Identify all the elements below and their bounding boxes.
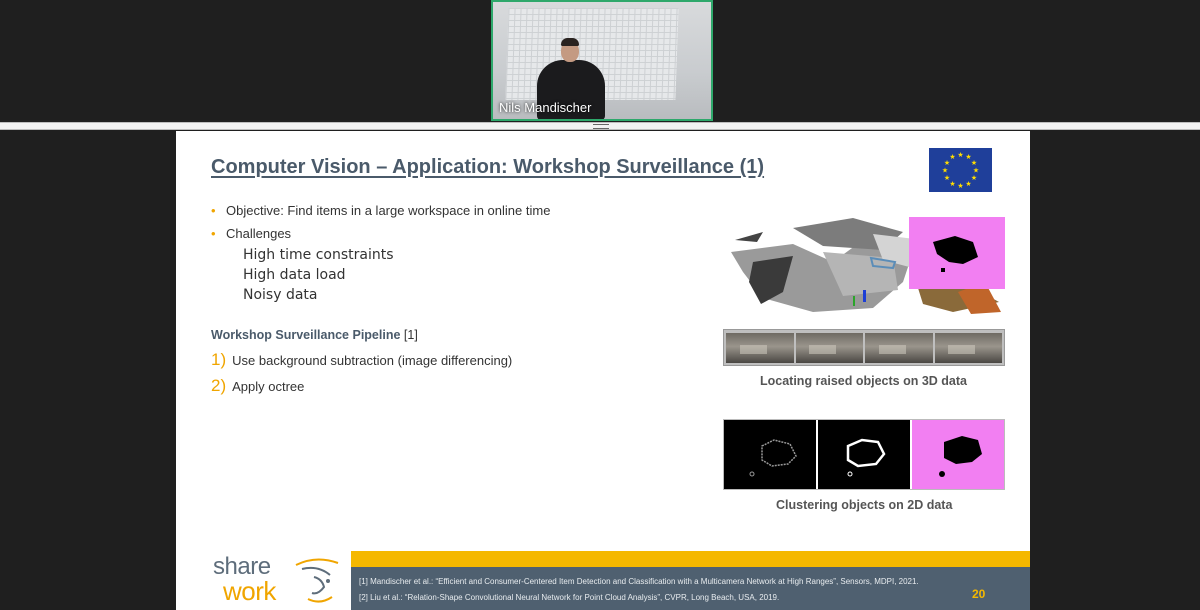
panel-splitter[interactable] (0, 122, 1200, 130)
svg-text:★: ★ (971, 174, 977, 182)
caption-2d: Clustering objects on 2D data (776, 498, 953, 512)
point-cloud-image (723, 212, 1005, 316)
logo-face-icon (295, 558, 339, 603)
video-strip: Nils Mandischer (0, 0, 1200, 122)
participant-video-tile[interactable]: Nils Mandischer (491, 0, 713, 121)
camera-view (865, 333, 933, 363)
camera-view (934, 333, 1002, 363)
svg-text:★: ★ (957, 182, 963, 190)
bullet-challenges: • Challenges (211, 222, 550, 245)
footer-body (351, 567, 1030, 610)
camera-thumbnail-strip (723, 329, 1005, 366)
bullet-objective: • Objective: Find items in a large works… (211, 199, 550, 222)
challenge-item: High data load (243, 267, 346, 283)
cluster-image-strip (723, 419, 1005, 490)
cluster-view-filled (818, 420, 910, 489)
step-text: Use background subtraction (image differ… (232, 353, 513, 368)
slide-footer: share work [1] Mandischer et al.: “Effic… (176, 551, 1030, 610)
pipeline-steps: 1) Use background subtraction (image diff… (211, 347, 512, 399)
bullet-text: Objective: Find items in a large workspa… (226, 203, 551, 218)
pipeline-heading: Workshop Surveillance Pipeline [1] (211, 328, 418, 342)
pipeline-step: 2) Apply octree (211, 373, 512, 399)
svg-text:★: ★ (965, 180, 971, 188)
challenge-item: Noisy data (243, 287, 318, 303)
step-number: 2) (211, 376, 227, 395)
svg-text:★: ★ (973, 167, 979, 175)
pipeline-title: Workshop Surveillance Pipeline (211, 328, 401, 342)
footer-accent-stripe (351, 551, 1030, 567)
eu-flag-icon: ★ ★ ★ ★ ★ ★ ★ ★ ★ ★ ★ ★ (929, 148, 992, 192)
splitter-grip-icon[interactable] (593, 124, 609, 129)
step-number: 1) (211, 350, 227, 369)
participant-hair (561, 38, 579, 46)
shared-slide: Computer Vision – Application: Workshop … (176, 131, 1030, 610)
pipeline-step: 1) Use background subtraction (image diff… (211, 347, 512, 373)
bullet-dot: • (211, 203, 216, 218)
svg-text:★: ★ (949, 180, 955, 188)
svg-text:★: ★ (949, 153, 955, 161)
challenge-item: High time constraints (243, 247, 394, 263)
camera-view (795, 333, 863, 363)
slide-title: Computer Vision – Application: Workshop … (211, 156, 765, 178)
pipeline-ref: [1] (403, 328, 418, 342)
reference-2: [2] Liu et al.: “Relation-Shape Convolut… (359, 593, 780, 602)
step-text: Apply octree (232, 379, 305, 394)
cluster-view-outline (724, 420, 816, 489)
svg-text:★: ★ (942, 167, 948, 175)
svg-text:★: ★ (971, 159, 977, 167)
logo-text-work: work (223, 576, 276, 606)
caption-3d: Locating raised objects on 3D data (760, 374, 967, 388)
camera-view (726, 333, 794, 363)
cluster-view-mask (912, 420, 1004, 489)
bullet-dot: • (211, 226, 216, 241)
svg-text:★: ★ (957, 151, 963, 159)
svg-text:★: ★ (944, 174, 950, 182)
slide-page-number: 20 (972, 587, 986, 601)
sharework-logo: share work (176, 551, 351, 610)
participant-name: Nils Mandischer (499, 100, 592, 115)
reference-1: [1] Mandischer et al.: “Efficient and Co… (359, 577, 919, 586)
bullet-list: • Objective: Find items in a large works… (211, 199, 550, 305)
bullet-text: Challenges (226, 226, 292, 241)
